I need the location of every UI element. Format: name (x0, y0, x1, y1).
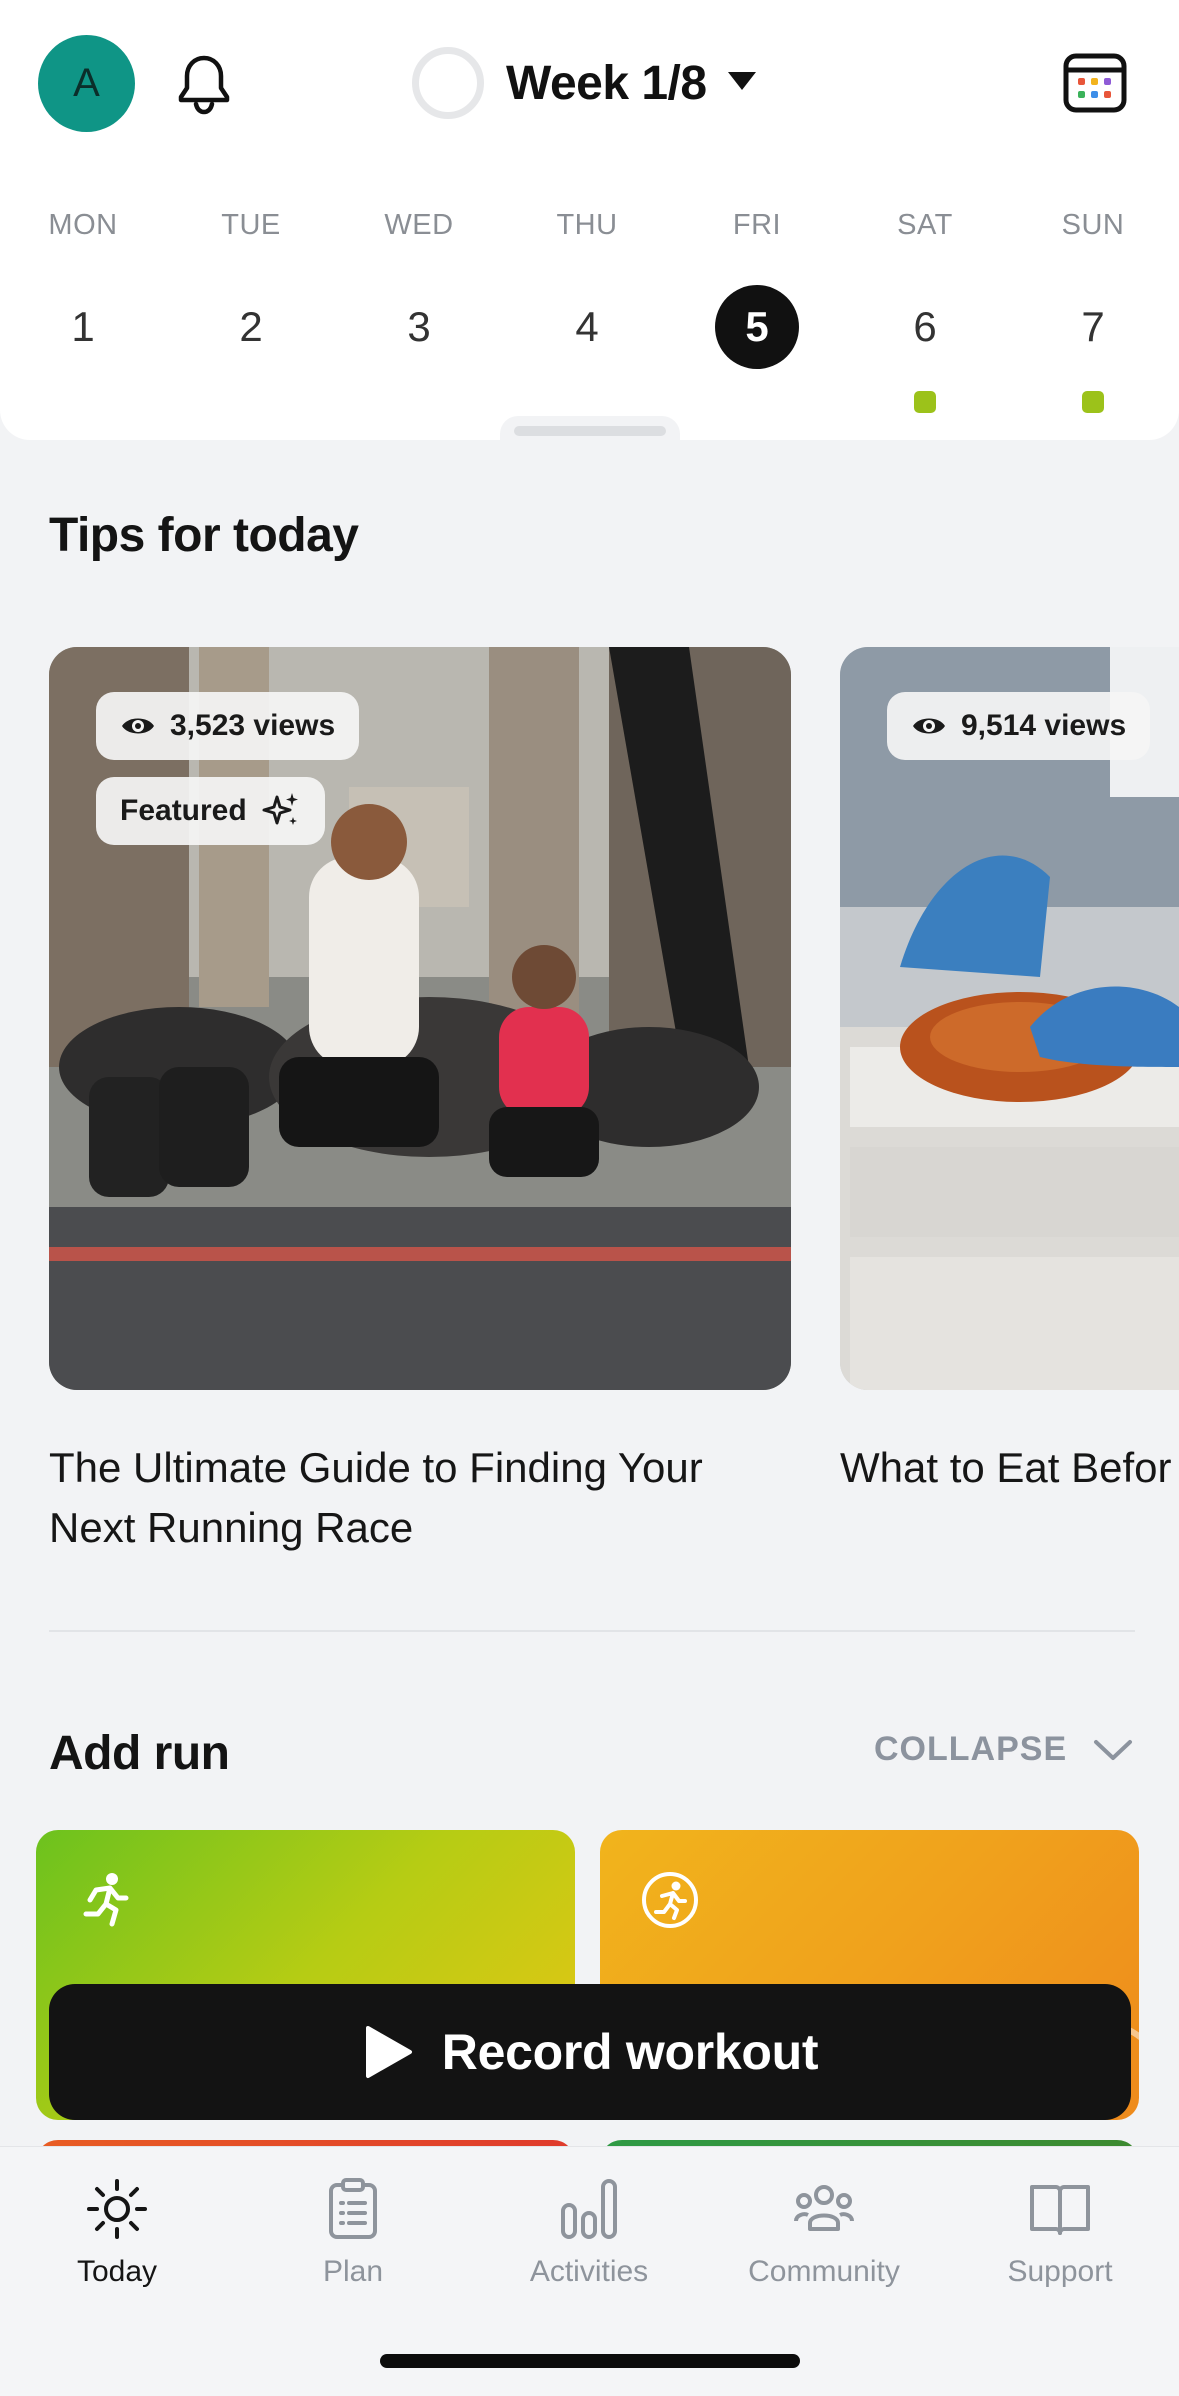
week-header: A Week 1/8 MON 1 TUE 2 WED 3 THU 4 FRI 5 SAT 6 SUN 7 (0, 0, 1179, 446)
day-name: TUE (221, 209, 281, 241)
day-number: 7 (1081, 303, 1105, 350)
tip-title-1[interactable]: The Ultimate Guide to Finding Your Next … (49, 1438, 769, 1558)
nav-label: Activities (529, 2255, 649, 2288)
views-badge: 9,514 views (887, 692, 1151, 760)
nav-today[interactable]: Today (17, 2177, 217, 2289)
day-sat[interactable]: SAT 6 (865, 205, 985, 413)
nav-label: Community (748, 2255, 900, 2288)
day-name: SAT (897, 209, 953, 241)
day-tue[interactable]: TUE 2 (191, 205, 311, 369)
collapse-label: COLLAPSE (874, 1730, 1068, 1768)
views-count: 3,523 views (170, 709, 336, 742)
people-icon (794, 2185, 854, 2231)
home-indicator (380, 2354, 800, 2368)
nav-support[interactable]: Support (960, 2177, 1160, 2289)
clipboard-icon (329, 2178, 377, 2239)
record-workout-label: Record workout (441, 2024, 819, 2080)
nav-label: Today (76, 2255, 158, 2288)
section-divider (49, 1630, 1135, 1632)
eye-icon (913, 718, 945, 734)
collapse-button[interactable]: COLLAPSE (874, 1730, 1133, 1769)
day-fri[interactable]: FRI 5 (697, 205, 817, 369)
featured-label: Featured (120, 794, 247, 827)
nav-plan[interactable]: Plan (253, 2177, 453, 2289)
tip-title-2[interactable]: What to Eat Befor (840, 1438, 1179, 1498)
day-name: WED (384, 209, 454, 241)
nav-label: Support (1007, 2255, 1113, 2288)
bell-icon[interactable] (170, 50, 238, 118)
runner-circle-icon (642, 1872, 698, 1928)
chevron-down-icon (1094, 1739, 1133, 1760)
day-thu[interactable]: THU 4 (527, 205, 647, 369)
book-icon (1030, 2185, 1090, 2235)
day-name: THU (556, 209, 618, 241)
nav-activities[interactable]: Activities (489, 2177, 689, 2289)
nav-label: Plan (322, 2255, 384, 2288)
day-name: SUN (1061, 209, 1125, 241)
avatar[interactable]: A (38, 35, 135, 132)
day-number: 4 (575, 303, 599, 350)
drag-handle[interactable] (514, 426, 666, 436)
day-number: 3 (407, 303, 431, 350)
calendar-icon[interactable] (1062, 50, 1128, 116)
eye-icon (122, 718, 154, 734)
day-number: 2 (239, 303, 263, 350)
day-number: 1 (71, 303, 95, 350)
add-run-section-title: Add run (49, 1727, 230, 1780)
runner-icon (83, 1873, 129, 1927)
tip-card-2[interactable]: 9,514 views (840, 647, 1179, 1390)
views-badge: 3,523 views (96, 692, 360, 760)
workout-dot (1082, 391, 1104, 413)
tips-section-title: Tips for today (49, 509, 359, 562)
featured-badge: Featured (96, 777, 325, 845)
workout-dot (914, 391, 936, 413)
tip-card-1[interactable]: 3,523 views Featured (49, 647, 791, 1390)
day-sun[interactable]: SUN 7 (1033, 205, 1153, 413)
week-progress-ring-icon (412, 47, 484, 119)
nav-community[interactable]: Community (724, 2177, 924, 2289)
day-wed[interactable]: WED 3 (359, 205, 479, 369)
week-selector[interactable]: Week 1/8 (506, 52, 707, 116)
day-number: 6 (913, 303, 937, 350)
bar-chart-icon (561, 2179, 617, 2239)
play-icon (365, 2026, 412, 2078)
sparkle-icon (262, 793, 298, 825)
day-mon[interactable]: MON 1 (23, 205, 143, 369)
views-count: 9,514 views (961, 709, 1127, 742)
record-workout-button[interactable]: Record workout (49, 1984, 1131, 2120)
day-number: 5 (715, 285, 799, 369)
avatar-initial: A (73, 61, 100, 105)
day-name: FRI (732, 209, 782, 241)
caret-down-icon[interactable] (728, 72, 756, 90)
day-name: MON (48, 209, 118, 241)
sun-icon (87, 2179, 147, 2239)
